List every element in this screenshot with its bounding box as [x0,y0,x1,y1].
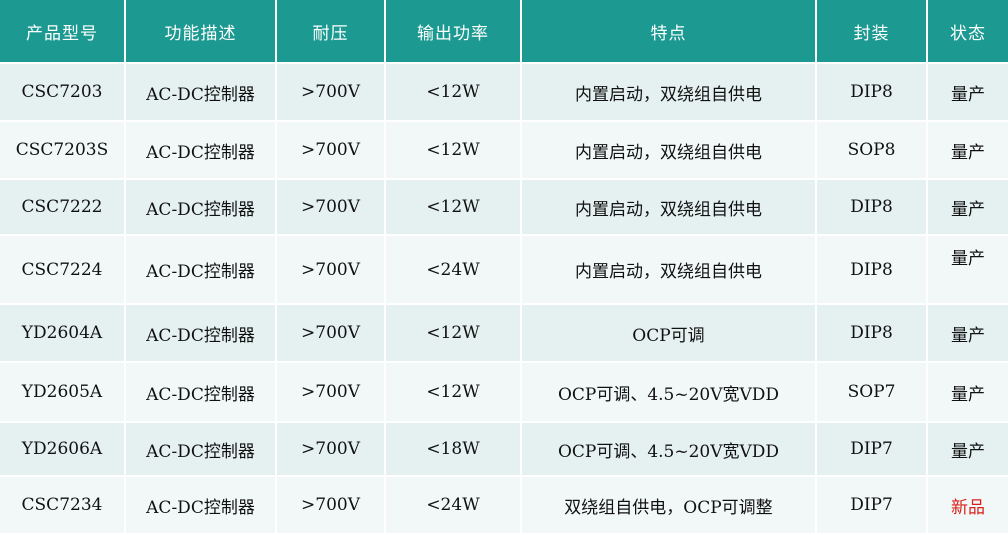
table-header-row: 产品型号 功能描述 耐压 输出功率 特点 封装 状态 [0,0,1008,64]
cell-voltage: >700V [276,235,386,305]
cell-package: DIP7 [816,422,928,477]
table-row: YD2606A AC-DC控制器 >700V <18W OCP可调、4.5~20… [0,422,1008,477]
header-status: 状态 [927,0,1008,64]
cell-features: 内置启动，双绕组自供电 [521,63,817,122]
cell-function: AC-DC控制器 [125,63,277,122]
cell-model: CSC7234 [0,476,126,535]
cell-features: OCP可调 [521,304,817,363]
cell-package: DIP8 [816,304,928,363]
cell-model: CSC7224 [0,235,126,305]
cell-package: DIP8 [816,179,928,236]
cell-function: AC-DC控制器 [125,304,277,363]
cell-status: 量产 [927,121,1008,180]
cell-features: OCP可调、4.5~20V宽VDD [521,422,817,477]
cell-output-power: <12W [385,362,522,423]
cell-model: CSC7203 [0,63,126,122]
cell-voltage: >700V [276,121,386,180]
header-features: 特点 [521,0,817,64]
cell-function: AC-DC控制器 [125,422,277,477]
cell-function: AC-DC控制器 [125,235,277,305]
cell-voltage: >700V [276,304,386,363]
cell-output-power: <12W [385,179,522,236]
cell-package: DIP8 [816,235,928,305]
cell-output-power: <18W [385,422,522,477]
table-row: CSC7224 AC-DC控制器 >700V <24W 内置启动，双绕组自供电 … [0,235,1008,305]
table-row: YD2604A AC-DC控制器 >700V <12W OCP可调 DIP8 量… [0,304,1008,363]
cell-model: CSC7203S [0,121,126,180]
cell-status: 量产 [927,235,1008,305]
cell-function: AC-DC控制器 [125,179,277,236]
cell-status: 量产 [927,179,1008,236]
header-output-power: 输出功率 [385,0,522,64]
cell-function: AC-DC控制器 [125,121,277,180]
header-function: 功能描述 [125,0,277,64]
cell-status: 量产 [927,422,1008,477]
product-table: 产品型号 功能描述 耐压 输出功率 特点 封装 状态 CSC7203 AC-DC… [0,0,1008,535]
cell-voltage: >700V [276,476,386,535]
cell-voltage: >700V [276,179,386,236]
cell-package: DIP7 [816,476,928,535]
cell-status-new: 新品 [927,476,1008,535]
table-row: CSC7234 AC-DC控制器 >700V <24W 双绕组自供电，OCP可调… [0,476,1008,535]
cell-features: 内置启动，双绕组自供电 [521,179,817,236]
cell-package: DIP8 [816,63,928,122]
cell-model: CSC7222 [0,179,126,236]
cell-features: OCP可调、4.5~20V宽VDD [521,362,817,423]
cell-function: AC-DC控制器 [125,362,277,423]
header-package: 封装 [816,0,928,64]
table-row: CSC7222 AC-DC控制器 >700V <12W 内置启动，双绕组自供电 … [0,179,1008,236]
cell-status: 量产 [927,362,1008,423]
table-row: CSC7203 AC-DC控制器 >700V <12W 内置启动，双绕组自供电 … [0,63,1008,122]
cell-output-power: <12W [385,121,522,180]
cell-output-power: <12W [385,304,522,363]
cell-voltage: >700V [276,362,386,423]
cell-model: YD2604A [0,304,126,363]
cell-voltage: >700V [276,63,386,122]
header-model: 产品型号 [0,0,126,64]
cell-features: 双绕组自供电，OCP可调整 [521,476,817,535]
cell-features: 内置启动，双绕组自供电 [521,121,817,180]
table-row: YD2605A AC-DC控制器 >700V <12W OCP可调、4.5~20… [0,362,1008,423]
cell-function: AC-DC控制器 [125,476,277,535]
cell-model: YD2605A [0,362,126,423]
header-voltage: 耐压 [276,0,386,64]
cell-status: 量产 [927,63,1008,122]
cell-output-power: <12W [385,63,522,122]
cell-features: 内置启动，双绕组自供电 [521,235,817,305]
cell-output-power: <24W [385,476,522,535]
cell-model: YD2606A [0,422,126,477]
cell-package: SOP8 [816,121,928,180]
cell-output-power: <24W [385,235,522,305]
cell-status: 量产 [927,304,1008,363]
cell-voltage: >700V [276,422,386,477]
table-row: CSC7203S AC-DC控制器 >700V <12W 内置启动，双绕组自供电… [0,121,1008,180]
cell-package: SOP7 [816,362,928,423]
